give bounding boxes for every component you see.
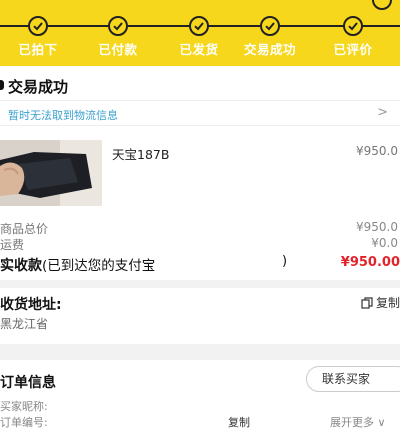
order-info-title: 订单信息 [0,375,56,391]
step-check-icon [260,16,280,36]
order-summary-card: 交易成功 暂时无法取到物流信息 > 天宝187B ¥950.0 商品总价 ¥95… [0,66,400,280]
amount-received-note: (已到达您的支付宝 [42,258,156,274]
progress-edge-circle [372,0,392,10]
shipping-fee-label: 运费 [0,238,25,252]
address-title: 收货地址: [0,297,62,313]
shipping-fee-value: ¥0.0 [371,236,398,250]
amount-received-note-end: ) [282,254,288,269]
product-name[interactable]: 天宝187B [112,144,169,163]
step-check-icon [28,16,48,36]
step-label-placed: 已拍下 [18,42,58,57]
copy-address-label: 复制 [375,296,400,310]
copy-icon [361,296,373,309]
logistics-row[interactable]: 暂时无法取到物流信息 > [0,100,400,126]
amount-received-label: 实收款(已到达您的支付宝 [0,254,155,275]
amount-received-value: ¥950.00 [340,255,400,270]
copy-order-number-button[interactable]: 复制 [228,414,250,428]
buyer-nickname-label: 买家昵称: [0,400,48,413]
expand-more-button[interactable]: 展开更多 ∨ [330,414,386,428]
status-marker-icon [0,80,4,90]
step-label-reviewed: 已评价 [333,42,373,57]
product-thumbnail[interactable] [0,140,102,206]
amount-received-title: 实收款 [0,258,42,274]
product-price: ¥950.0 [356,144,398,158]
step-label-paid: 已付款 [98,42,138,57]
logistics-message: 暂时无法取到物流信息 [8,109,118,122]
goods-total-value: ¥950.0 [356,220,398,234]
step-check-icon [108,16,128,36]
goods-total-label: 商品总价 [0,222,49,236]
step-check-icon [189,16,209,36]
contact-buyer-button[interactable]: 联系买家 [306,366,400,392]
step-check-icon [343,16,363,36]
step-label-completed: 交易成功 [243,42,296,57]
copy-address-button[interactable]: 复制 [361,294,400,311]
chevron-right-icon: > [377,105,388,120]
order-info-card: 订单信息 联系买家 买家昵称: 订单编号: 复制 展开更多 ∨ [0,360,400,428]
shipping-address-card: 收货地址: 黑龙江省 复制 [0,288,400,344]
order-progress-bar: 已拍下 已付款 已发货 交易成功 已评价 [0,0,400,66]
order-status-title: 交易成功 [8,78,69,96]
order-number-label: 订单编号: [0,416,48,428]
address-text: 黑龙江省 [0,317,49,331]
